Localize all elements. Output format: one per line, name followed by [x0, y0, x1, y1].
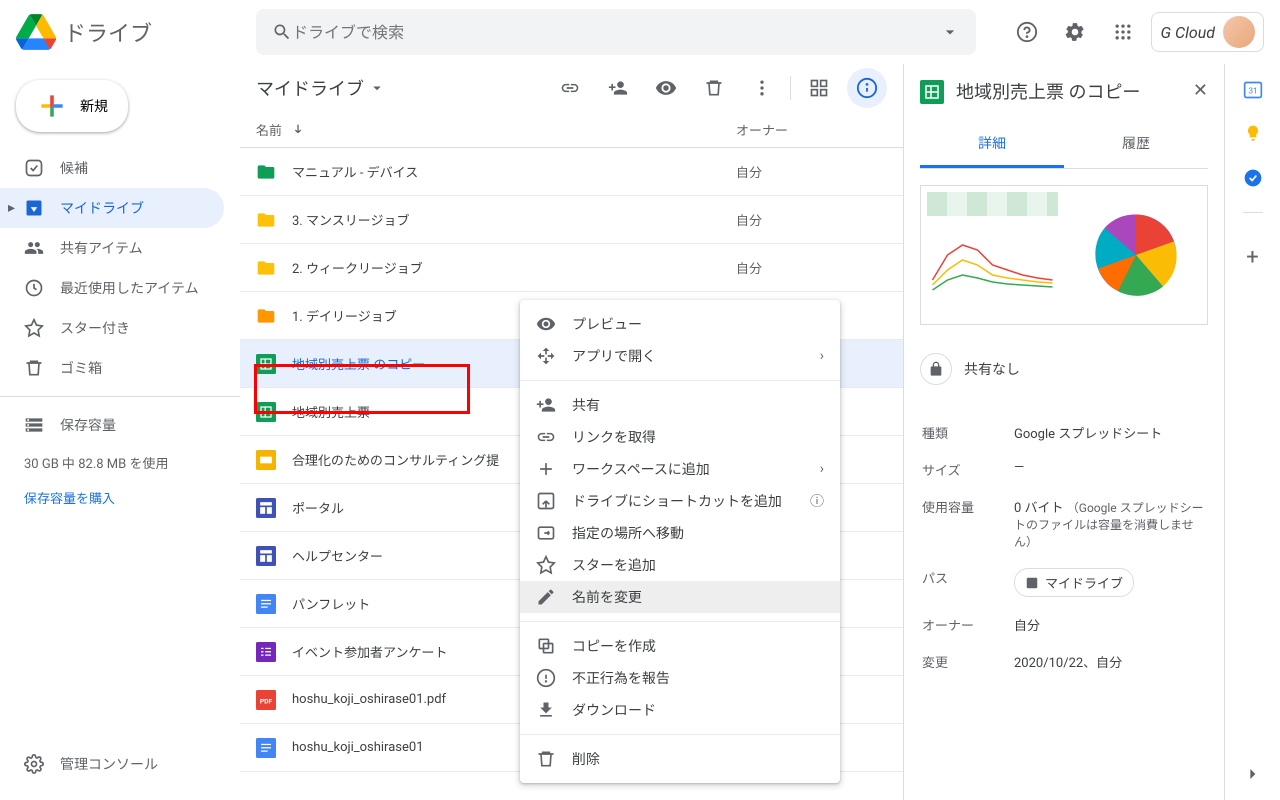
chevron-down-icon	[368, 79, 386, 97]
new-button-label: 新規	[80, 96, 108, 116]
delete-button[interactable]	[694, 68, 734, 108]
content-header: マイドライブ	[240, 64, 903, 112]
apps-button[interactable]	[1103, 12, 1143, 52]
sidebar-item-starred[interactable]: スター付き	[0, 308, 224, 348]
header-actions: G Cloud	[1007, 12, 1264, 52]
settings-button[interactable]	[1055, 12, 1095, 52]
keep-icon[interactable]	[1243, 124, 1263, 144]
sidebar-item-recent[interactable]: 最近使用したアイテム	[0, 268, 224, 308]
search-dropdown-icon[interactable]	[940, 22, 960, 42]
menu-item[interactable]: 指定の場所へ移動	[520, 517, 840, 549]
drive-icon	[24, 198, 44, 218]
link-icon	[560, 78, 580, 98]
col-header-name[interactable]: 名前	[256, 120, 736, 139]
file-toolbar	[550, 68, 887, 108]
get-link-button[interactable]	[550, 68, 590, 108]
account-switcher[interactable]: G Cloud	[1151, 12, 1264, 52]
tasks-icon[interactable]	[1243, 168, 1263, 188]
more-vert-icon	[752, 78, 772, 98]
close-details-button[interactable]: ✕	[1193, 80, 1208, 101]
sheets-icon	[920, 80, 944, 104]
menu-item[interactable]: ダウンロード	[520, 694, 840, 726]
trash-icon	[24, 358, 44, 378]
sidebar-storage[interactable]: 保存容量	[0, 405, 224, 445]
new-button[interactable]: 新規	[16, 80, 128, 132]
menu-item[interactable]: アプリで開く›	[520, 340, 840, 372]
drive-logo-icon	[16, 12, 56, 52]
share-button[interactable]	[598, 68, 638, 108]
person-add-icon	[608, 78, 628, 98]
trash-icon	[704, 78, 724, 98]
more-button[interactable]	[742, 68, 782, 108]
col-header-owner[interactable]: オーナー	[736, 120, 887, 139]
details-panel: 地域別売上票 のコピー ✕ 詳細 履歴 共有なし 種類Google スプレッドシ…	[904, 64, 1224, 800]
menu-item[interactable]: 削除	[520, 743, 840, 775]
search-bar[interactable]	[256, 9, 976, 55]
grid-icon	[809, 78, 829, 98]
preview-button[interactable]	[646, 68, 686, 108]
sidebar: 新規 候補 ▸マイドライブ 共有アイテム 最近使用したアイテム スター付き ゴミ…	[0, 64, 240, 800]
account-label: G Cloud	[1160, 23, 1215, 42]
svg-text:PDF: PDF	[260, 697, 273, 705]
avatar	[1223, 16, 1255, 48]
info-button[interactable]	[847, 68, 887, 108]
sidebar-item-mydrive[interactable]: ▸マイドライブ	[0, 188, 224, 228]
app-header: ドライブ G Cloud	[0, 0, 1280, 64]
sidebar-admin-console[interactable]: 管理コンソール	[0, 744, 240, 784]
location-breadcrumb[interactable]: マイドライブ	[256, 75, 386, 101]
file-row[interactable]: 3. マンスリージョブ自分	[240, 196, 903, 244]
details-properties: 種類Google スプレッドシート サイズ— 使用容量0 バイト （Google…	[920, 413, 1208, 681]
plus-icon	[36, 90, 68, 122]
details-tabs: 詳細 履歴	[920, 121, 1208, 169]
menu-item[interactable]: スターを追加	[520, 549, 840, 581]
menu-item[interactable]: リンクを取得	[520, 421, 840, 453]
file-row[interactable]: 2. ウィークリージョブ自分	[240, 244, 903, 292]
search-input[interactable]	[292, 23, 940, 42]
search-icon	[272, 22, 292, 42]
storage-icon	[24, 415, 44, 435]
menu-item[interactable]: ドライブにショートカットを追加ⓘ	[520, 485, 840, 517]
sidebar-item-shared[interactable]: 共有アイテム	[0, 228, 224, 268]
buy-storage-link[interactable]: 保存容量を購入	[0, 480, 240, 515]
svg-text:31: 31	[1248, 86, 1257, 96]
file-row[interactable]: マニュアル - デバイス自分	[240, 148, 903, 196]
storage-usage: 30 GB 中 82.8 MB を使用	[0, 445, 240, 480]
context-menu: プレビューアプリで開く› 共有リンクを取得ワークスペースに追加›ドライブにショート…	[520, 300, 840, 783]
right-rail: 31 +	[1224, 64, 1280, 800]
menu-item[interactable]: ワークスペースに追加›	[520, 453, 840, 485]
share-status: 共有なし	[920, 341, 1208, 397]
sidebar-item-trash[interactable]: ゴミ箱	[0, 348, 224, 388]
people-icon	[24, 238, 44, 258]
view-grid-button[interactable]	[799, 68, 839, 108]
menu-item[interactable]: プレビュー	[520, 308, 840, 340]
chevron-right-icon[interactable]	[1242, 764, 1262, 784]
help-icon	[1016, 21, 1038, 43]
help-button[interactable]	[1007, 12, 1047, 52]
menu-item[interactable]: 名前を変更	[520, 581, 840, 613]
clock-icon	[24, 278, 44, 298]
menu-item[interactable]: コピーを作成	[520, 630, 840, 662]
gear-icon	[24, 754, 44, 774]
column-headers: 名前 オーナー	[240, 112, 903, 148]
eye-icon	[655, 77, 677, 99]
star-icon	[24, 318, 44, 338]
details-title: 地域別売上票 のコピー	[956, 80, 1181, 105]
lock-icon	[920, 353, 952, 385]
apps-grid-icon	[1113, 22, 1133, 42]
arrow-down-icon	[290, 122, 306, 138]
menu-item[interactable]: 共有	[520, 389, 840, 421]
path-chip[interactable]: マイドライブ	[1014, 568, 1134, 597]
addons-button[interactable]: +	[1246, 245, 1258, 270]
app-name: ドライブ	[64, 16, 152, 48]
menu-item[interactable]: 不正行為を報告	[520, 662, 840, 694]
gear-icon	[1064, 21, 1086, 43]
preview-thumbnail[interactable]	[920, 185, 1208, 325]
calendar-icon[interactable]: 31	[1243, 80, 1263, 100]
tab-details[interactable]: 詳細	[920, 121, 1064, 168]
check-circle-icon	[24, 158, 44, 178]
tab-activity[interactable]: 履歴	[1064, 121, 1208, 168]
info-icon	[856, 77, 878, 99]
sidebar-item-priority[interactable]: 候補	[0, 148, 224, 188]
logo-area[interactable]: ドライブ	[16, 12, 256, 52]
